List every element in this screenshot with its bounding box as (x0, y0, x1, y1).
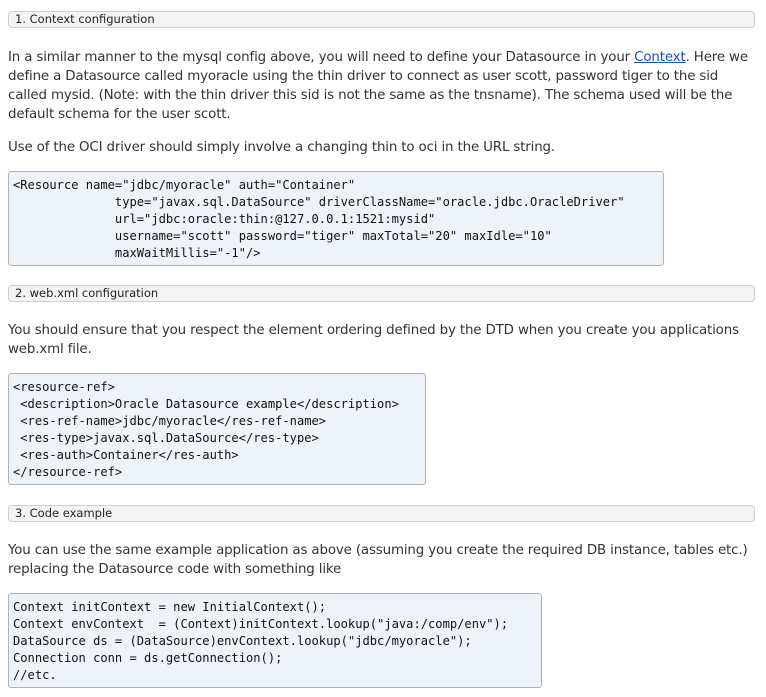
resource-config-code-block: <Resource name="jdbc/myoracle" auth="Con… (8, 171, 664, 266)
code-line: url="jdbc:oracle:thin:@127.0.0.1:1521:my… (13, 212, 436, 226)
context-link[interactable]: Context (634, 50, 686, 65)
code-line: //etc. (13, 668, 57, 682)
section-heading-code-example: 3. Code example (8, 505, 755, 522)
code-line: <res-auth>Container</res-auth> (13, 448, 239, 462)
code-line: <description>Oracle Datasource example</… (13, 397, 399, 411)
code-line: Context initContext = new InitialContext… (13, 600, 327, 614)
section-heading-web-xml-configuration: 2. web.xml configuration (8, 285, 755, 302)
context-intro-paragraph: In a similar manner to the mysql config … (8, 48, 760, 124)
code-line: maxWaitMillis="-1"/> (13, 246, 261, 260)
web-xml-paragraph: You should ensure that you respect the e… (8, 323, 739, 357)
code-line: <res-type>javax.sql.DataSource</res-type… (13, 431, 319, 445)
code-line: <res-ref-name>jdbc/myoracle</res-ref-nam… (13, 414, 327, 428)
document-page: 1. Context configuration In a similar ma… (0, 0, 766, 697)
code-line: Connection conn = ds.getConnection(); (13, 651, 283, 665)
java-code-block: Context initContext = new InitialContext… (8, 593, 542, 688)
resource-ref-code-block: <resource-ref> <description>Oracle Datas… (8, 373, 426, 485)
section-heading-context-configuration: 1. Context configuration (8, 11, 755, 28)
code-line: <resource-ref> (13, 380, 115, 394)
code-line: Context envContext = (Context)initContex… (13, 617, 509, 631)
code-line: </resource-ref> (13, 465, 123, 479)
code-line: <Resource name="jdbc/myoracle" auth="Con… (13, 178, 356, 192)
code-line: username="scott" password="tiger" maxTot… (13, 229, 552, 243)
context-intro-text-before: In a similar manner to the mysql config … (8, 50, 635, 65)
oci-driver-paragraph: Use of the OCI driver should simply invo… (8, 140, 556, 155)
code-example-paragraph: You can use the same example application… (8, 543, 748, 577)
code-line: DataSource ds = (DataSource)envContext.l… (13, 634, 472, 648)
code-line: type="javax.sql.DataSource" driverClassN… (13, 195, 625, 209)
